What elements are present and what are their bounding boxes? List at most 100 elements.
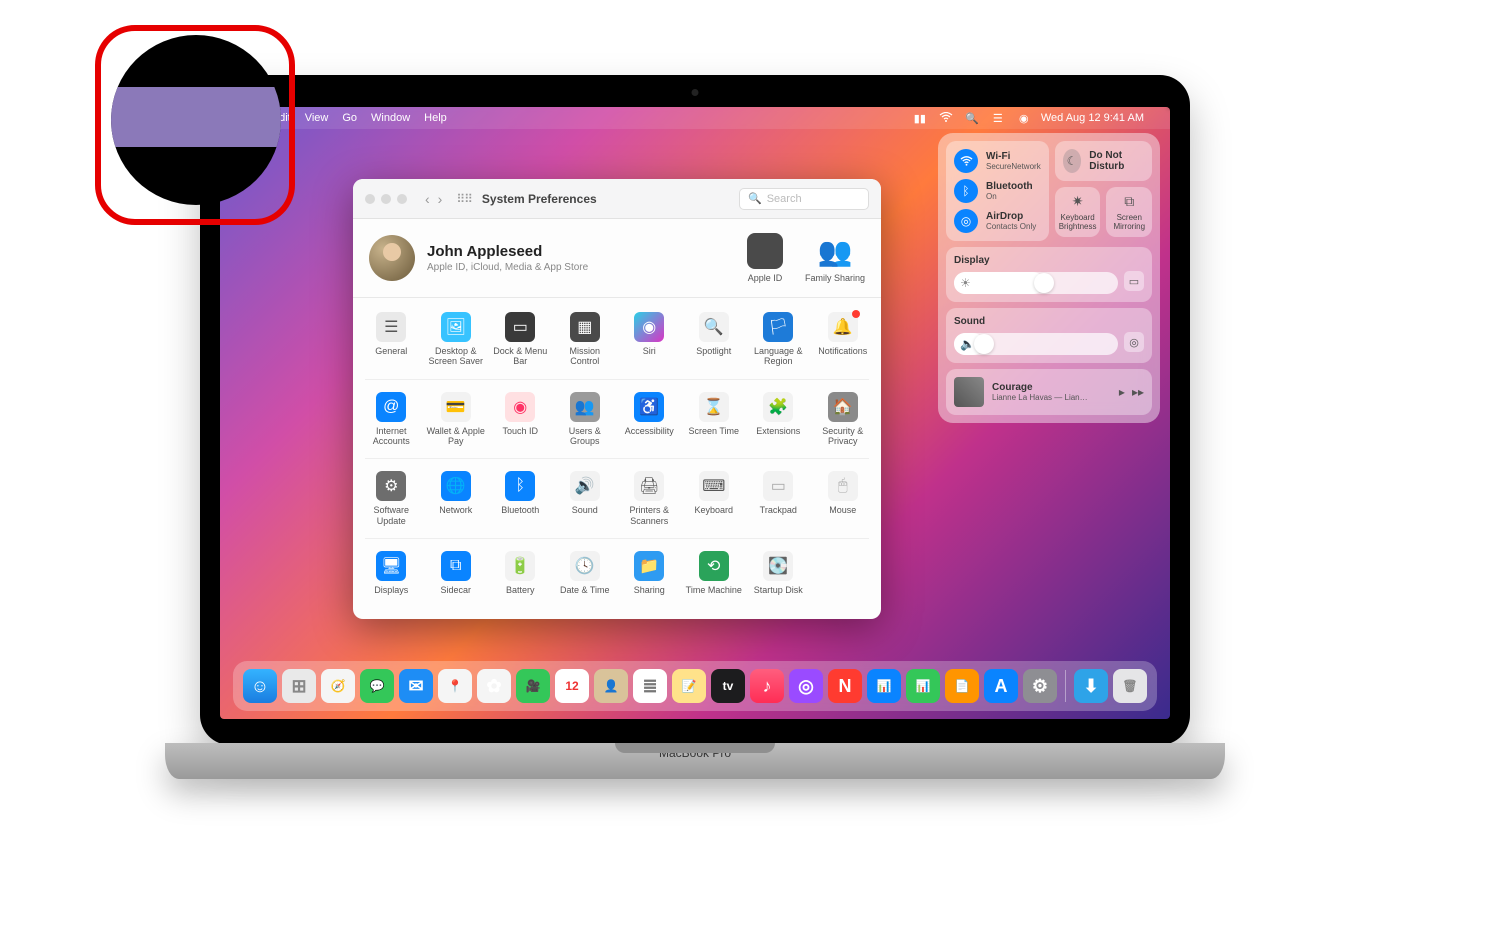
pref-language-region[interactable]: 🏳Language & Region xyxy=(746,306,811,373)
pref-trackpad[interactable]: ▭Trackpad xyxy=(746,465,811,532)
avatar[interactable] xyxy=(369,235,415,281)
dock-calendar[interactable]: 12 xyxy=(555,669,589,703)
pref-mouse[interactable]: 🖱Mouse xyxy=(811,465,876,532)
dock-news[interactable]: N xyxy=(828,669,862,703)
wifi-title: Wi-Fi xyxy=(986,151,1041,162)
sound-output-icon[interactable]: ◎ xyxy=(1124,332,1144,352)
screen-mirroring[interactable]: ⧉Screen Mirroring xyxy=(1106,187,1152,237)
pref-battery[interactable]: 🔋Battery xyxy=(488,545,553,601)
pref-displays[interactable]: 🖥Displays xyxy=(359,545,424,601)
pref-label: Printers & Scanners xyxy=(619,505,679,526)
dock-launchpad[interactable]: ⊞ xyxy=(282,669,316,703)
dock-trash[interactable]: 🗑 xyxy=(1113,669,1147,703)
dock-pages[interactable]: 📄 xyxy=(945,669,979,703)
pref-siri[interactable]: ◉Siri xyxy=(617,306,682,373)
speaker-icon: 🔈 xyxy=(960,337,975,351)
minimize-button[interactable] xyxy=(381,194,391,204)
dock-mail[interactable]: ✉ xyxy=(399,669,433,703)
dock-music[interactable]: ♪ xyxy=(750,669,784,703)
pref-sidecar[interactable]: ⧉Sidecar xyxy=(424,545,489,601)
pref-label: Trackpad xyxy=(760,505,797,515)
sound-volume-slider[interactable]: 🔈 xyxy=(954,333,1118,355)
dock-photos[interactable]: ✿ xyxy=(477,669,511,703)
wifi-toggle[interactable]: Wi-FiSecureNetwork xyxy=(954,149,1041,173)
pref-label: Notifications xyxy=(818,346,867,356)
dock-messages[interactable]: 💬 xyxy=(360,669,394,703)
pref-sharing[interactable]: 📁Sharing xyxy=(617,545,682,601)
dock-maps[interactable]: 📍 xyxy=(438,669,472,703)
next-button[interactable]: ▸▸ xyxy=(1132,385,1144,399)
dock-contacts[interactable]: 👤 xyxy=(594,669,628,703)
keyboard-brightness-label: Keyboard Brightness xyxy=(1059,213,1097,231)
pref-wallet-apple-pay[interactable]: 💳Wallet & Apple Pay xyxy=(424,386,489,453)
pref-internet-accounts[interactable]: @Internet Accounts xyxy=(359,386,424,453)
pref-notifications[interactable]: 🔔Notifications xyxy=(811,306,876,373)
family-sharing-icon: 👥 xyxy=(817,233,853,269)
pref-printers-scanners[interactable]: 🖨 Printers & Scanners xyxy=(617,465,682,532)
search-icon[interactable]: 🔍 xyxy=(965,112,979,125)
pref-label: Dock & Menu Bar xyxy=(490,346,550,367)
airdrop-toggle[interactable]: ◎ AirDropContacts Only xyxy=(954,209,1041,233)
pref-time-machine[interactable]: ⟲Time Machine xyxy=(682,545,747,601)
zoom-button[interactable] xyxy=(397,194,407,204)
accessibility-icon: ♿ xyxy=(634,392,664,422)
now-playing[interactable]: Courage Lianne La Havas — Lianne La H...… xyxy=(946,369,1152,415)
pref-accessibility[interactable]: ♿Accessibility xyxy=(617,386,682,453)
pref-spotlight[interactable]: 🔍Spotlight xyxy=(682,306,747,373)
dock-keynote[interactable]: 📊 xyxy=(867,669,901,703)
display-brightness-slider[interactable]: ☀ xyxy=(954,272,1118,294)
pref-date-time[interactable]: 🕓Date & Time xyxy=(553,545,618,601)
dock-notes[interactable]: 📝 xyxy=(672,669,706,703)
menu-window[interactable]: Window xyxy=(371,112,410,124)
dock-tv[interactable]: tv xyxy=(711,669,745,703)
pref-screen-time[interactable]: ⌛Screen Time xyxy=(682,386,747,453)
grid-view-icon[interactable]: ⠿⠿ xyxy=(456,192,472,206)
search-glass-icon: 🔍 xyxy=(748,192,762,205)
dock-facetime[interactable]: 🎥 xyxy=(516,669,550,703)
siri-icon[interactable]: ◉ xyxy=(1017,112,1031,125)
family-sharing-pane[interactable]: 👥 Family Sharing xyxy=(805,233,865,283)
dock-reminders[interactable]: ≣ xyxy=(633,669,667,703)
wifi-icon[interactable] xyxy=(939,112,953,125)
dock-downloads[interactable]: ⬇ xyxy=(1074,669,1108,703)
dock-numbers[interactable]: 📊 xyxy=(906,669,940,703)
dock-safari[interactable]: 🧭 xyxy=(321,669,355,703)
pref-bluetooth[interactable]: ᛒBluetooth xyxy=(488,465,553,532)
printers-scanners-icon: 🖨 xyxy=(634,471,664,501)
pref-startup-disk[interactable]: 💽Startup Disk xyxy=(746,545,811,601)
pref-dock-menu-bar[interactable]: ▭Dock & Menu Bar xyxy=(488,306,553,373)
menu-go[interactable]: Go xyxy=(342,112,357,124)
dock-app-store[interactable]: A xyxy=(984,669,1018,703)
pref-users-groups[interactable]: 👥Users & Groups xyxy=(553,386,618,453)
pref-keyboard[interactable]: ⌨Keyboard xyxy=(682,465,747,532)
keyboard-brightness[interactable]: ✷Keyboard Brightness xyxy=(1055,187,1101,237)
menu-view[interactable]: View xyxy=(305,112,329,124)
play-button[interactable]: ▸ xyxy=(1119,385,1125,399)
pref-label: General xyxy=(375,346,407,356)
language-region-icon: 🏳 xyxy=(763,312,793,342)
dock-system-preferences[interactable]: ⚙ xyxy=(1023,669,1057,703)
pref-sound[interactable]: 🔊Sound xyxy=(553,465,618,532)
pref-general[interactable]: ☰General xyxy=(359,306,424,373)
dock-podcasts[interactable]: ◎ xyxy=(789,669,823,703)
close-button[interactable] xyxy=(365,194,375,204)
menubar-clock[interactable]: Wed Aug 12 9:41 AM xyxy=(1041,112,1144,124)
pref-software-update[interactable]: ⚙Software Update xyxy=(359,465,424,532)
menu-help[interactable]: Help xyxy=(424,112,447,124)
pref-security-privacy[interactable]: 🏠Security & Privacy xyxy=(811,386,876,453)
display-options-icon[interactable]: ▭ xyxy=(1124,271,1144,291)
dnd-toggle[interactable]: ☾ Do Not Disturb xyxy=(1055,141,1152,181)
control-center-icon[interactable]: ☰ xyxy=(991,112,1005,125)
dock-finder[interactable]: ☺ xyxy=(243,669,277,703)
bluetooth-toggle[interactable]: ᛒ BluetoothOn xyxy=(954,179,1041,203)
search-field[interactable]: 🔍 Search xyxy=(739,188,869,210)
pref-network[interactable]: 🌐Network xyxy=(424,465,489,532)
pref-mission-control[interactable]: ▦Mission Control xyxy=(553,306,618,373)
pref-extensions[interactable]: 🧩Extensions xyxy=(746,386,811,453)
pref-desktop-screen-saver[interactable]: 🖼Desktop & Screen Saver xyxy=(424,306,489,373)
pref-touch-id[interactable]: ◉Touch ID xyxy=(488,386,553,453)
battery-icon[interactable]: ▮▮ xyxy=(913,112,927,125)
back-button[interactable]: ‹ xyxy=(425,191,430,207)
apple-id-pane[interactable]: Apple ID xyxy=(747,233,783,283)
forward-button[interactable]: › xyxy=(438,191,443,207)
